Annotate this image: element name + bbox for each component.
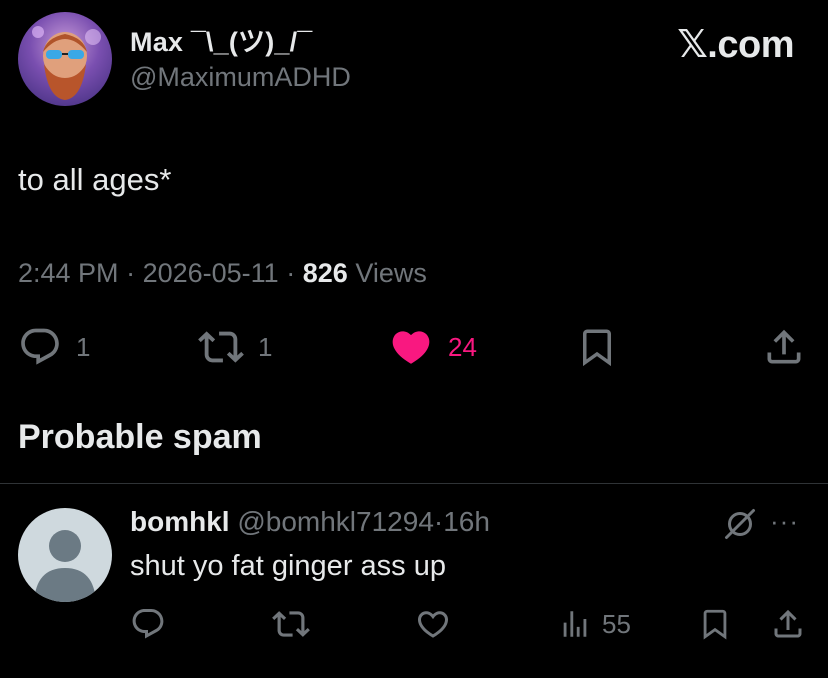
repost-icon xyxy=(198,331,244,363)
like-button[interactable]: 24 xyxy=(388,322,477,372)
author-name[interactable]: Max ¯\_(ツ)_/¯ xyxy=(130,20,312,59)
reply-text: shut yo fat ginger ass up xyxy=(130,550,446,582)
tweet-date[interactable]: 2026-05-11 xyxy=(143,258,279,288)
tweet-meta: 2:44 PM · 2026-05-11 · 826 Views xyxy=(18,258,427,289)
repost-icon xyxy=(272,611,310,637)
author-handle[interactable]: @MaximumADHD xyxy=(130,62,351,93)
like-count: 24 xyxy=(448,331,477,362)
avatar-image xyxy=(32,26,101,100)
bookmark-icon xyxy=(583,329,611,367)
more-icon[interactable]: ··· xyxy=(770,506,799,537)
reply-button[interactable]: 1 xyxy=(18,322,90,372)
grok-icon xyxy=(725,509,755,539)
reply-icon xyxy=(132,609,164,639)
default-avatar-icon xyxy=(34,530,96,602)
views-label: Views xyxy=(355,258,427,288)
reply-reply-button[interactable] xyxy=(130,604,166,644)
tweet-actions: 1 1 24 xyxy=(0,322,828,372)
reply-repost-button[interactable] xyxy=(272,604,310,644)
reply-header: bomhkl @bomhkl71294·16h xyxy=(130,506,490,538)
bookmark-icon xyxy=(703,609,727,640)
reply-like-button[interactable] xyxy=(414,604,452,644)
reply-age[interactable]: 16h xyxy=(443,506,490,537)
bookmark-button[interactable] xyxy=(576,322,618,372)
grok-button[interactable] xyxy=(722,506,758,547)
views-count: 826 xyxy=(302,258,348,288)
tweet-time[interactable]: 2:44 PM xyxy=(18,258,119,288)
reply-avatar[interactable] xyxy=(18,508,112,602)
meta-separator: · xyxy=(126,258,136,288)
share-icon xyxy=(774,609,802,638)
like-icon xyxy=(417,611,449,638)
reply-views-count: 55 xyxy=(602,608,631,639)
reply-author-name[interactable]: bomhkl xyxy=(130,506,230,537)
section-title: Probable spam xyxy=(18,418,262,456)
reply-icon xyxy=(21,328,59,365)
brand-logo: 𝕏.com xyxy=(677,24,794,66)
meta-separator: · xyxy=(286,258,296,288)
reply-share-button[interactable] xyxy=(770,604,806,644)
repost-button[interactable]: 1 xyxy=(198,322,272,372)
views-icon xyxy=(563,611,587,637)
share-icon xyxy=(767,329,801,364)
reply-views-button[interactable]: 55 xyxy=(558,604,631,644)
tweet-text: to all ages* xyxy=(18,162,172,197)
reply-author-handle[interactable]: @bomhkl71294 xyxy=(237,506,434,537)
reply-separator: · xyxy=(433,506,444,537)
reply-count: 1 xyxy=(76,331,91,362)
author-avatar[interactable] xyxy=(18,12,112,106)
like-icon xyxy=(392,331,430,364)
divider xyxy=(0,483,828,484)
repost-count: 1 xyxy=(258,331,273,362)
reply-bookmark-button[interactable] xyxy=(698,604,732,644)
share-button[interactable] xyxy=(762,322,806,372)
